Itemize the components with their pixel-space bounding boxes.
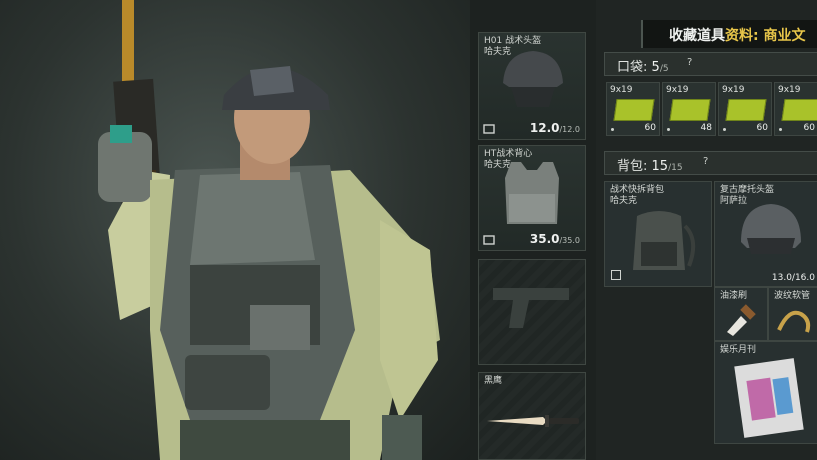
pockets-label: 口袋:: [617, 60, 648, 75]
pistol-slot[interactable]: [478, 259, 586, 365]
bag-name: 战术快拆背包 哈夫克: [610, 185, 665, 206]
pistol-silhouette-icon: [493, 288, 569, 328]
durability-icon: [611, 270, 621, 280]
melee-slot[interactable]: 黑鹰: [478, 372, 586, 460]
ammo-item[interactable]: 9x19 48: [662, 82, 716, 136]
backpack-count: 15: [651, 159, 669, 174]
backpack-header: 背包: 15/15 ?: [604, 151, 817, 175]
vest-icon: [505, 162, 559, 224]
collection-header: 收藏道具资料: 商业文: [641, 20, 817, 48]
header-title-highlight: 资料: 商业文: [725, 28, 806, 44]
backpack-max: /15: [668, 163, 683, 173]
pockets-help-icon[interactable]: ?: [687, 57, 692, 68]
moto-helmet-icon: [741, 204, 801, 254]
ammo-item[interactable]: 9x19 60: [718, 82, 772, 136]
helmet2-durability: 13.0/16.0: [771, 273, 815, 283]
vest-slot[interactable]: HT战术背心 哈夫克 35.0/35.0: [478, 145, 586, 251]
melee-name: 黑鹰: [484, 376, 503, 386]
pockets-max: /5: [659, 64, 669, 74]
pockets-header: 口袋: 5/5 ?: [604, 52, 817, 76]
magazine-item[interactable]: 娱乐月刊: [714, 341, 817, 444]
magazine-icon: [734, 358, 804, 438]
soldier-model: [98, 0, 440, 460]
header-title-prefix: 收藏道具: [669, 28, 725, 44]
hose-item[interactable]: 波纹软管: [768, 287, 817, 341]
durability-icon: [483, 235, 495, 245]
brush-name: 油漆刷: [720, 291, 748, 301]
knife-icon: [487, 415, 579, 427]
backpack-help-icon[interactable]: ?: [703, 156, 708, 167]
moto-helmet-item[interactable]: 复古摩托头盔 阿萨拉 13.0/16.0: [714, 181, 817, 287]
backpack-item[interactable]: 战术快拆背包 哈夫克: [604, 181, 712, 287]
paint-brush-item[interactable]: 油漆刷: [714, 287, 768, 341]
ammo-box-icon: [613, 99, 655, 121]
backpack-icon: [633, 211, 696, 270]
helmet-slot[interactable]: H01 战术头盔 哈夫克 12.0/12.0: [478, 32, 586, 140]
character-preview[interactable]: [0, 0, 470, 460]
vest-durability: 35.0/35.0: [529, 232, 580, 246]
hose-icon: [777, 310, 811, 333]
ammo-item[interactable]: 9x19 60: [774, 82, 817, 136]
pockets-count: 5: [651, 60, 660, 75]
magazine-name: 娱乐月刊: [720, 345, 757, 355]
ammo-item[interactable]: 9x19 60: [606, 82, 660, 136]
ammo-box-icon: [781, 99, 817, 121]
backpack-label: 背包:: [617, 159, 648, 174]
paint-brush-icon: [727, 304, 756, 336]
helmet-durability: 12.0/12.0: [529, 121, 580, 135]
durability-icon: [483, 124, 495, 134]
helmet-icon: [503, 51, 563, 107]
ammo-box-icon: [725, 99, 767, 121]
ammo-box-icon: [669, 99, 711, 121]
hose-name: 波纹软管: [774, 291, 811, 301]
